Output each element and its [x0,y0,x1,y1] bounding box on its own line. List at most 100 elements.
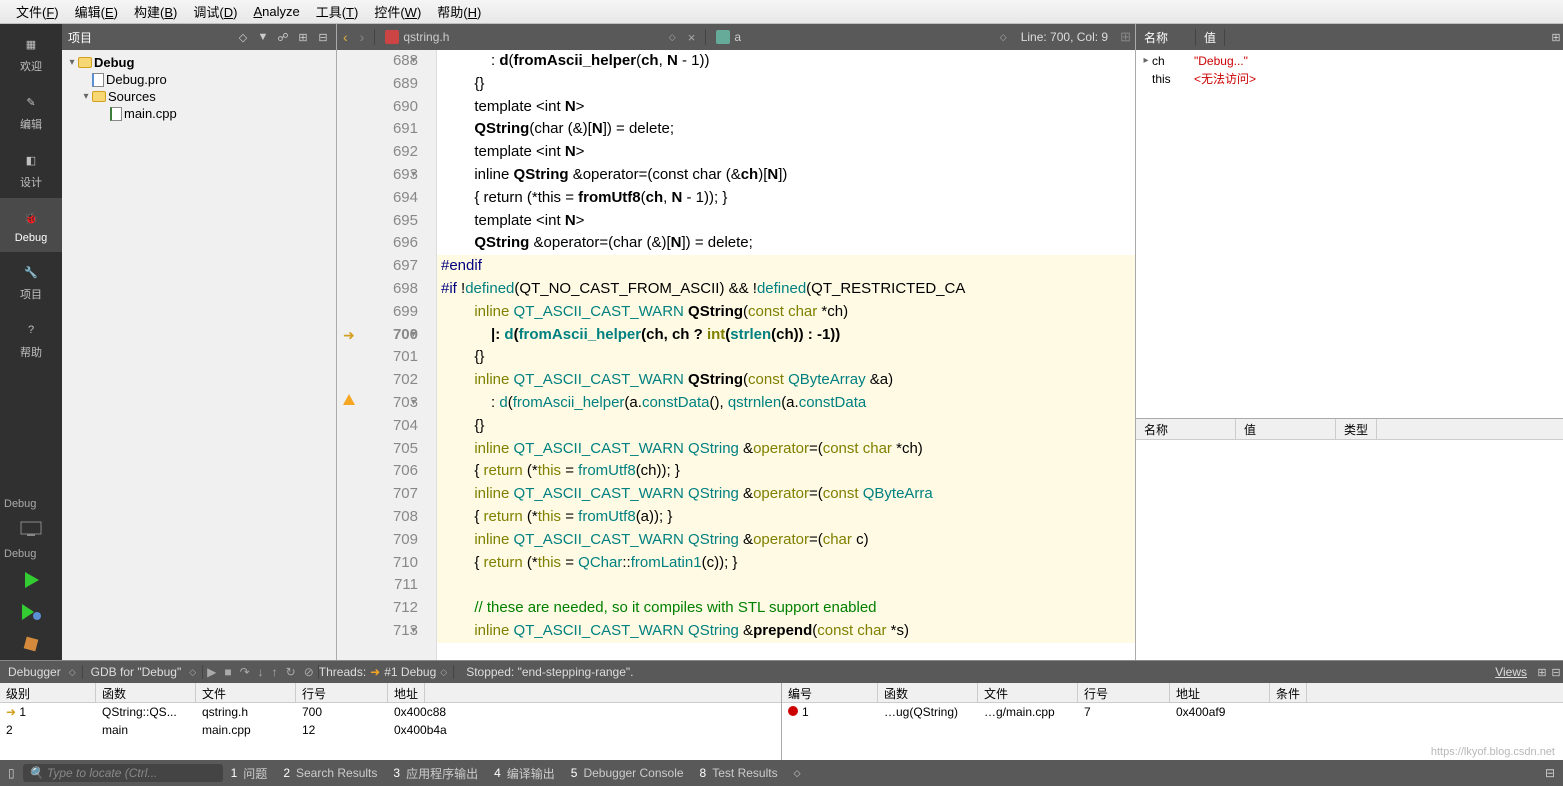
bp-col-cond[interactable]: 条件 [1270,683,1307,702]
filter-icon[interactable]: ▼ [256,30,270,44]
continue-icon[interactable]: ▶ [203,665,220,679]
menu-d[interactable]: 调试(D) [185,0,245,23]
menu-e[interactable]: 编辑(E) [67,0,126,23]
editor-symbol[interactable]: a [734,30,741,44]
locator-input[interactable]: 🔍 Type to locate (Ctrl... [23,764,223,782]
stack-col-file[interactable]: 文件 [196,683,296,702]
stack-col-level[interactable]: 级别 [0,683,96,702]
menu-w[interactable]: 控件(W) [366,0,429,23]
kit-debug-label: Debug [0,544,62,564]
output-5[interactable]: 5Debugger Console [563,765,692,782]
debugger-dropdown-icon[interactable]: ◇ [69,667,82,678]
stack-frame-1[interactable]: ➜ 1QString::QS...qstring.h7000x400c88 [0,703,781,721]
watch-col-value[interactable]: 值 [1236,419,1336,439]
split-icon[interactable]: ⊞ [296,30,310,44]
dropdown-icon[interactable]: ◇ [236,30,250,44]
code-editor[interactable]: 688▾689690691692693▾694695696697698699➜7… [337,50,1135,660]
stack-rows[interactable]: ➜ 1QString::QS...qstring.h7000x400c88 2m… [0,703,781,739]
bp-rows[interactable]: 1…ug(QString)…g/main.cpp70x400af9 [782,703,1563,721]
close-icon[interactable]: ⊟ [316,30,330,44]
locals-tree[interactable]: ▸ch"Debug..."this<无法访问> [1136,50,1563,418]
bp-col-file[interactable]: 文件 [978,683,1078,702]
mode-Debug[interactable]: 🐞Debug [0,198,62,252]
sidebar-toggle-icon[interactable]: ▯ [0,766,23,780]
nav-back-icon[interactable]: ‹ [337,29,354,45]
locals-header: 名称 值 ⊞ [1136,24,1563,50]
stack-col-line[interactable]: 行号 [296,683,388,702]
locals-col-name[interactable]: 名称 [1136,29,1196,46]
project-tree[interactable]: ▾DebugDebug.pro▾Sourcesmain.cpp [62,50,336,126]
close-document-icon[interactable]: × [682,30,702,45]
gutter[interactable]: 688▾689690691692693▾694695696697698699➜7… [337,50,437,660]
step-into-icon[interactable]: ↓ [254,665,268,679]
tree-item-main.cpp[interactable]: main.cpp [62,105,336,122]
menu-t[interactable]: 工具(T) [308,0,367,23]
restart-icon[interactable]: ↻ [282,665,300,679]
bp-col-line[interactable]: 行号 [1078,683,1170,702]
kit-monitor-icon[interactable] [0,514,62,544]
stack-frame-2[interactable]: 2mainmain.cpp120x400b4a [0,721,781,739]
views-menu[interactable]: Views [1487,665,1535,679]
output-dropdown-icon[interactable]: ◇ [786,768,809,779]
config-dropdown-icon[interactable]: ◇ [189,667,202,678]
menu-b[interactable]: 构建(B) [126,0,185,23]
tree-item-Debug.pro[interactable]: Debug.pro [62,71,336,88]
kit-label: Debug [0,494,62,514]
debugger-split-icon[interactable]: ⊞ [1535,665,1549,679]
code-area[interactable]: : d(fromAscii_helper(ch, N - 1)) {} temp… [437,50,1135,660]
breakpoint-1[interactable]: 1…ug(QString)…g/main.cpp70x400af9 [782,703,1563,721]
menu-a[interactable]: Analyze [245,2,307,21]
debugger-toolbar: Debugger ◇ GDB for "Debug" ◇ ▶ ■ ↷ ↓ ↑ ↻… [0,661,1563,683]
locals-split-icon[interactable]: ⊞ [1549,30,1563,44]
nav-forward-icon[interactable]: › [354,29,371,45]
bp-col-addr[interactable]: 地址 [1170,683,1270,702]
tree-item-Sources[interactable]: ▾Sources [62,88,336,105]
output-8[interactable]: 8Test Results [692,765,786,782]
watchers-body[interactable] [1136,440,1563,660]
watch-col-type[interactable]: 类型 [1336,419,1377,439]
build-button[interactable] [0,628,62,660]
output-4[interactable]: 4编译输出 [486,765,563,782]
symbol-dropdown-icon[interactable]: ◇ [1000,32,1007,43]
local-ch[interactable]: ▸ch"Debug..." [1136,52,1563,70]
link-icon[interactable]: ☍ [276,30,290,44]
tree-item-Debug[interactable]: ▾Debug [62,54,336,71]
class-icon [716,30,730,44]
thread-dropdown-icon[interactable]: ◇ [440,667,453,678]
stack-panel: 级别 函数 文件 行号 地址 ➜ 1QString::QS...qstring.… [0,683,782,760]
menu-h[interactable]: 帮助(H) [429,0,489,23]
output-2[interactable]: 2Search Results [275,765,385,782]
detach-icon[interactable]: ⊘ [300,665,318,679]
filename-dropdown-icon[interactable]: ◇ [669,32,676,43]
project-title: 项目 [68,29,236,46]
mode-项目[interactable]: 🔧项目 [0,252,62,310]
debug-config[interactable]: GDB for "Debug" [83,665,190,679]
mode-设计[interactable]: ◧设计 [0,140,62,198]
menu-f[interactable]: 文件(F) [8,0,67,23]
editor-filename[interactable]: qstring.h [403,30,449,44]
bp-col-num[interactable]: 编号 [782,683,878,702]
output-1[interactable]: 1问题 [223,765,276,782]
stack-col-func[interactable]: 函数 [96,683,196,702]
line-col-indicator[interactable]: Line: 700, Col: 9 [1013,30,1116,44]
debug-run-button[interactable] [0,596,62,628]
output-3[interactable]: 3应用程序输出 [385,765,486,782]
bp-col-func[interactable]: 函数 [878,683,978,702]
debugger-close-icon[interactable]: ⊟ [1549,665,1563,679]
mode-编辑[interactable]: ✎编辑 [0,82,62,140]
mode-欢迎[interactable]: ▦欢迎 [0,24,62,82]
watch-col-name[interactable]: 名称 [1136,419,1236,439]
local-this[interactable]: this<无法访问> [1136,70,1563,88]
step-out-icon[interactable]: ↑ [268,665,282,679]
mode-帮助[interactable]: ?帮助 [0,310,62,368]
threads-label: Threads: [319,665,366,679]
stop-icon[interactable]: ■ [220,665,235,679]
locals-col-value[interactable]: 值 [1196,29,1225,46]
stack-col-addr[interactable]: 地址 [388,683,425,702]
run-button[interactable] [0,564,62,596]
progress-close-icon[interactable]: ⊟ [1537,766,1563,780]
mode-bar: ▦欢迎✎编辑◧设计🐞Debug🔧项目?帮助 Debug Debug [0,24,62,660]
step-over-icon[interactable]: ↷ [236,665,254,679]
current-thread[interactable]: #1 Debug [384,665,436,679]
split-editor-icon[interactable]: ⊞ [1116,29,1135,45]
